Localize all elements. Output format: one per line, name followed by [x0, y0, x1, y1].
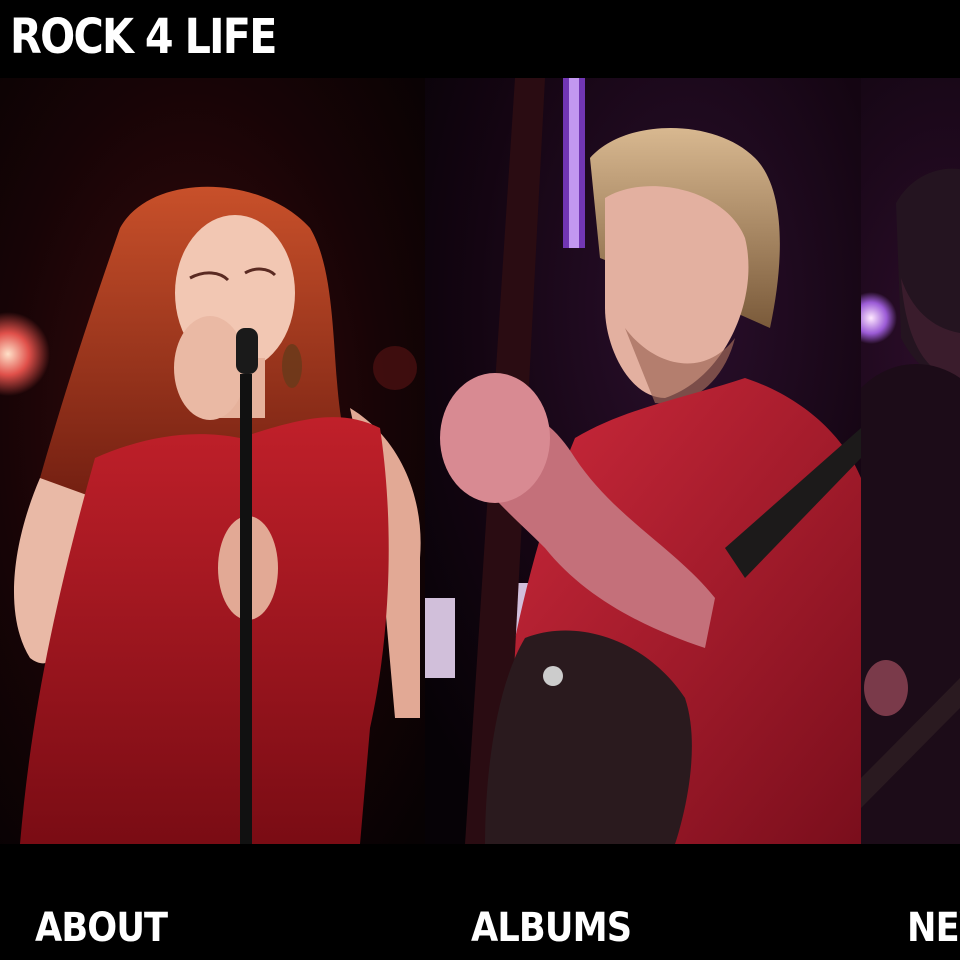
singer-photo [0, 78, 425, 844]
caption-band: ABOUT [0, 844, 425, 960]
bassist-photo [861, 78, 960, 844]
panel-albums[interactable]: ALBUMS [425, 78, 861, 960]
panel-about-label: ABOUT [35, 905, 168, 951]
guitarist-photo [425, 78, 861, 844]
site-header: ROCK 4 LIFE [0, 0, 960, 78]
panel-news-label: NEWS [907, 905, 960, 951]
page: ROCK 4 LIFE ABOUT ALBUMS NE [0, 0, 960, 960]
panel-news[interactable]: NEWS [861, 78, 960, 960]
site-logo[interactable]: ROCK 4 LIFE [10, 5, 277, 69]
panel-albums-label: ALBUMS [471, 905, 632, 951]
panel-about[interactable]: ABOUT [0, 78, 425, 960]
caption-band: NEWS [861, 844, 960, 960]
caption-band: ALBUMS [425, 844, 861, 960]
